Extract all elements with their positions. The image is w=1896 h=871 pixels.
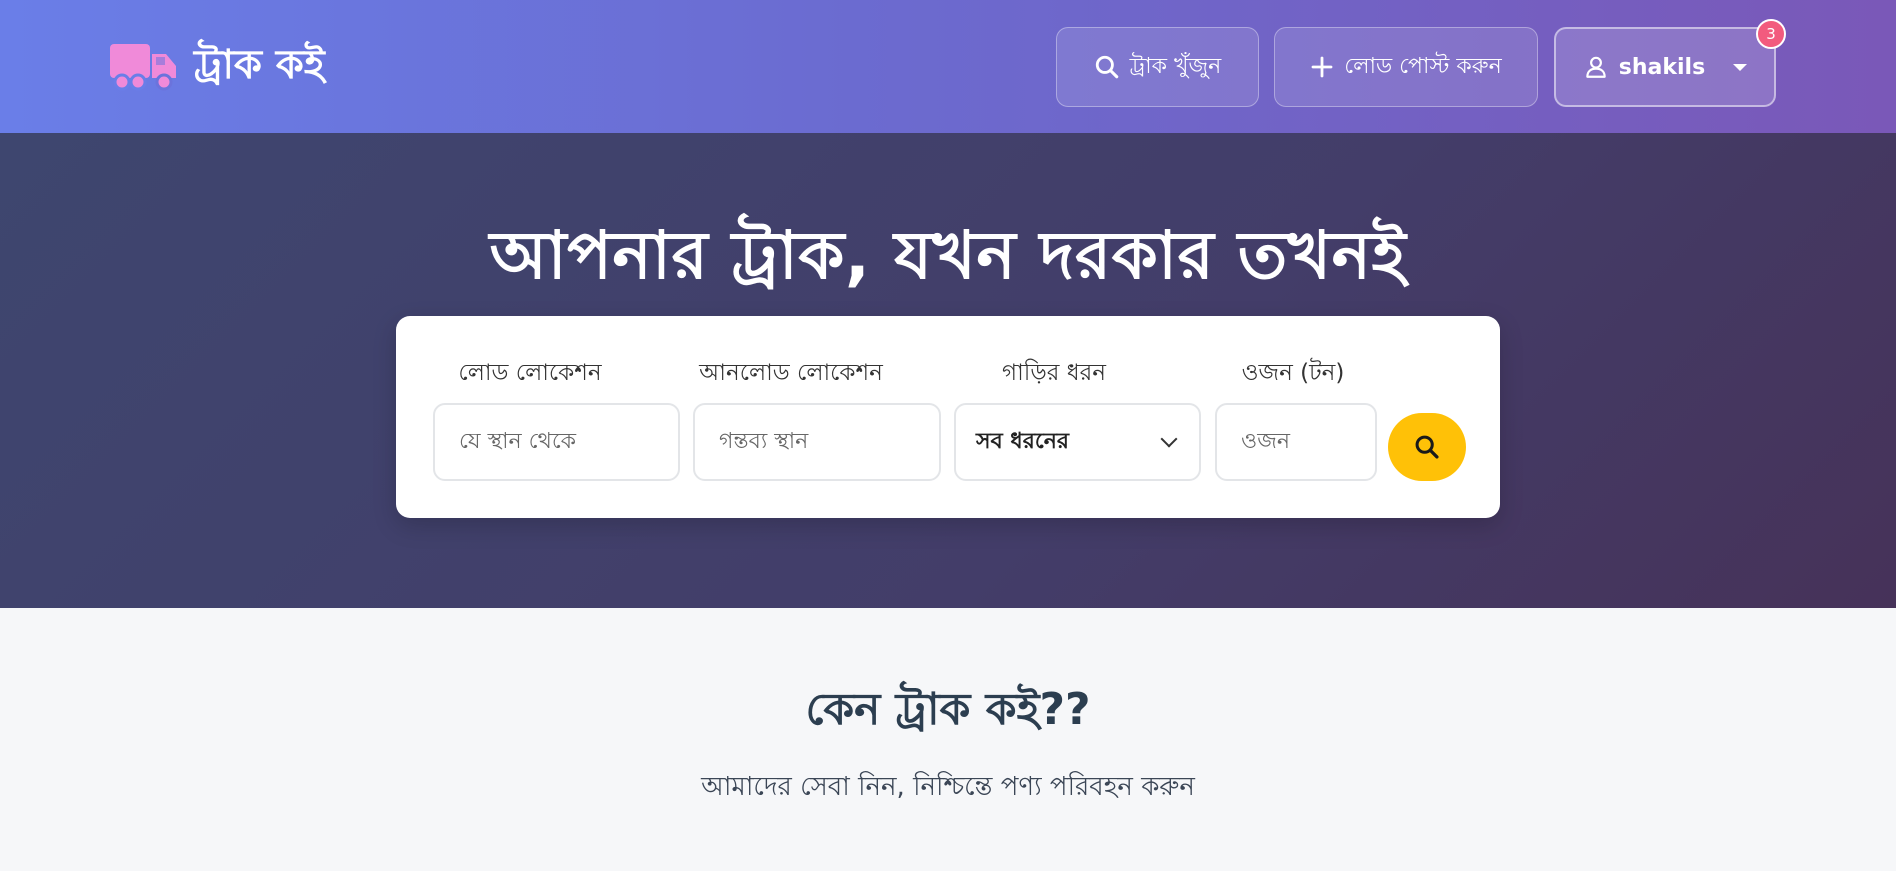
weight-label: ওজন (টন) <box>1241 360 1345 386</box>
why-title: কেন ট্রাক কই?? <box>805 684 1091 735</box>
brand-name: ট্রাক কই <box>194 42 325 88</box>
chevron-down-icon <box>1160 430 1178 448</box>
vehicle-type-value: সব ধরনের <box>976 428 1069 454</box>
plus-icon <box>1311 56 1333 78</box>
brand-logo[interactable]: ট্রাক কই <box>108 38 325 92</box>
search-card: লোড লোকেশন আনলোড লোকেশন গাড়ির ধরন ওজন (… <box>396 316 1500 518</box>
caret-down-icon <box>1733 63 1748 71</box>
weight-placeholder: ওজন <box>1241 428 1291 454</box>
user-menu-button[interactable]: shakils <box>1554 27 1776 107</box>
weight-input[interactable]: ওজন <box>1215 403 1377 481</box>
why-subtitle: আমাদের সেবা নিন, নিশ্চিন্তে পণ্য পরিবহন … <box>701 772 1195 802</box>
load-location-input[interactable]: যে স্থান থেকে <box>433 403 680 481</box>
search-button[interactable] <box>1388 413 1466 481</box>
post-load-button[interactable]: লোড পোস্ট করুন <box>1274 27 1538 107</box>
unload-location-input[interactable]: গন্তব্য স্থান <box>693 403 941 481</box>
username: shakils <box>1618 54 1706 80</box>
find-truck-label: ট্রাক খুঁজুন <box>1129 53 1222 79</box>
hero-section: আপনার ট্রাক, যখন দরকার তখনই লোড লোকেশন আ… <box>0 133 1896 608</box>
unload-location-placeholder: গন্তব্য স্থান <box>719 428 809 454</box>
post-load-label: লোড পোস্ট করুন <box>1344 53 1502 79</box>
navbar: ট্রাক কই ট্রাক খুঁজুন লোড পোস্ট করুন sha… <box>0 0 1896 133</box>
load-location-placeholder: যে স্থান থেকে <box>459 428 577 454</box>
notification-badge[interactable]: 3 <box>1756 19 1786 49</box>
find-truck-button[interactable]: ট্রাক খুঁজুন <box>1056 27 1259 107</box>
search-icon <box>1415 435 1439 459</box>
vehicle-type-select[interactable]: সব ধরনের <box>954 403 1201 481</box>
truck-icon <box>110 44 176 91</box>
load-location-label: লোড লোকেশন <box>458 360 602 386</box>
search-icon <box>1095 55 1118 79</box>
vehicle-type-label: গাড়ির ধরন <box>1002 360 1106 386</box>
user-icon <box>1586 56 1606 78</box>
hero-title: আপনার ট্রাক, যখন দরকার তখনই <box>489 217 1407 294</box>
unload-location-label: আনলোড লোকেশন <box>699 360 883 386</box>
